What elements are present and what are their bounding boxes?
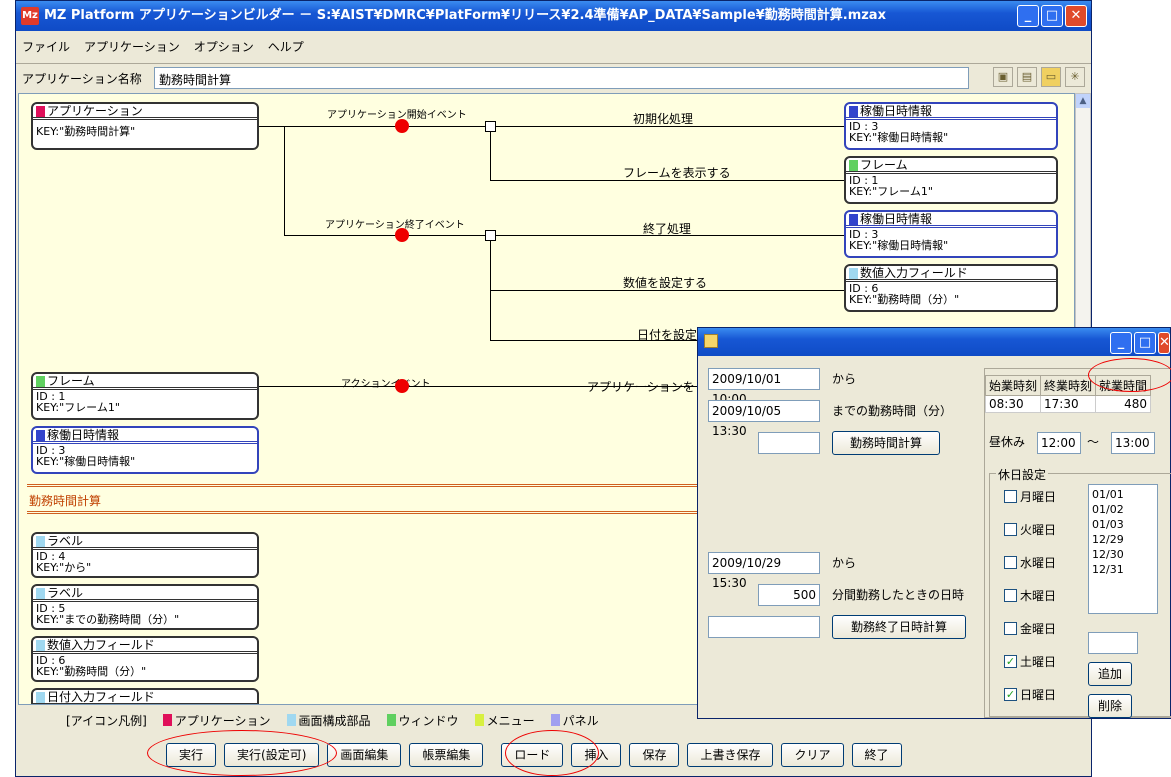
table-row: 08:30 17:30 480: [984, 395, 1152, 413]
window-title: MZ Platform アプリケーションビルダー － S:¥AIST¥DMRC¥…: [44, 8, 886, 23]
node-frame-1[interactable]: フレーム ID : 1 KEY:"フレーム1": [844, 156, 1058, 204]
node-label-1[interactable]: ラベル ID : 4 KEY:"から": [31, 532, 259, 578]
app-name-label: アプリケーション名称: [22, 72, 142, 86]
lunch-from-field[interactable]: 12:00: [1037, 432, 1081, 454]
app-name-bar: アプリケーション名称 勤務時間計算 ▣ ▤ ▭ ✳: [16, 63, 1091, 91]
new-icon[interactable]: ✳: [1065, 67, 1085, 87]
holiday-group: 休日設定 月曜日 火曜日 水曜日 木曜日 金曜日 ✓ 土曜日 ✓ 日曜日 01/01…: [989, 466, 1171, 718]
event-dot[interactable]: [395, 228, 409, 242]
node-number-field[interactable]: 数値入力フィールド ID : 6 KEY:"勤務時間（分）": [844, 264, 1058, 312]
maximize-button[interactable]: □: [1041, 5, 1063, 27]
java-icon: [704, 334, 718, 348]
list-item[interactable]: 12/29: [1092, 532, 1154, 547]
menu-file[interactable]: ファイル: [22, 35, 70, 59]
end-datetime-output[interactable]: [708, 616, 820, 638]
highlight-load-button: [505, 730, 599, 776]
col-start: 始業時刻: [984, 375, 1042, 396]
event-app-start: アプリケーション開始イベント: [327, 110, 467, 121]
minutes-label: 分間勤務したときの日時: [832, 588, 965, 602]
holiday-add-button[interactable]: 追加: [1088, 662, 1132, 686]
checkbox-thursday[interactable]: 木曜日: [1004, 587, 1056, 604]
event-app-end: アプリケーション終了イベント: [325, 220, 465, 231]
scroll-up-icon[interactable]: ▲: [1076, 94, 1090, 108]
list-item[interactable]: 01/01: [1092, 487, 1154, 502]
event-action: アクションイベント: [341, 379, 431, 390]
checkbox-saturday[interactable]: ✓ 土曜日: [1004, 653, 1056, 670]
holiday-list[interactable]: 01/01 01/02 01/03 12/29 12/30 12/31: [1088, 484, 1158, 614]
title-bar[interactable]: Mz MZ Platform アプリケーションビルダー － S:¥AIST¥DM…: [16, 1, 1091, 31]
node-kado-1[interactable]: 稼働日時情報 ID : 3 KEY:"稼働日時情報": [844, 102, 1058, 150]
runtime-window: _ □ ✕ 2009/10/01 10:00 から 2009/10/05 13:…: [697, 327, 1171, 719]
event-dot[interactable]: [395, 379, 409, 393]
checkbox-friday[interactable]: 金曜日: [1004, 620, 1056, 637]
action-init: 初期化処理: [633, 112, 694, 126]
app-name-input[interactable]: 勤務時間計算: [154, 67, 969, 89]
close-button[interactable]: ✕: [1158, 332, 1170, 354]
action-app-partial: アプリケーションを: [587, 380, 695, 394]
event-dot[interactable]: [395, 119, 409, 133]
action-show-frame: フレームを表示する: [623, 166, 731, 180]
list-item[interactable]: 12/31: [1092, 562, 1154, 577]
junction-box[interactable]: [485, 121, 496, 132]
end-datetime-field[interactable]: 2009/10/05 13:30: [708, 400, 820, 438]
overwrite-save-button[interactable]: 上書き保存: [687, 743, 774, 767]
minimize-button[interactable]: _: [1017, 5, 1039, 27]
list-item[interactable]: 01/03: [1092, 517, 1154, 532]
node-date-field[interactable]: 日付入力フィールド: [31, 688, 259, 704]
minimize-button[interactable]: _: [1110, 332, 1132, 354]
minutes-input[interactable]: 500: [758, 584, 820, 606]
mz-logo-icon: Mz: [21, 7, 39, 25]
node-application[interactable]: アプリケーション KEY:"勤務時間計算": [31, 102, 259, 150]
node-number-field-2[interactable]: 数値入力フィールド ID : 6 KEY:"勤務時間（分）": [31, 636, 259, 682]
application-icon: [36, 106, 45, 117]
from-label-2: から: [832, 556, 857, 570]
col-end: 終業時刻: [1040, 375, 1097, 396]
node-kado-2[interactable]: 稼働日時情報 ID : 3 KEY:"稼働日時情報": [844, 210, 1058, 258]
node-label-2[interactable]: ラベル ID : 5 KEY:"までの勤務時間（分）": [31, 584, 259, 630]
section-title: 勤務時間計算: [29, 494, 102, 508]
menu-help[interactable]: ヘルプ: [268, 35, 304, 59]
node-frame-2[interactable]: フレーム ID : 1 KEY:"フレーム1": [31, 372, 259, 420]
checkbox-sunday[interactable]: ✓ 日曜日: [1004, 686, 1056, 703]
menu-application[interactable]: アプリケーション: [84, 35, 180, 59]
checkbox-tuesday[interactable]: 火曜日: [1004, 521, 1056, 538]
lunch-to-field[interactable]: 13:00: [1111, 432, 1155, 454]
calc-end-datetime-button[interactable]: 勤務終了日時計算: [832, 615, 966, 639]
lunch-label: 昼休み: [989, 435, 1026, 449]
start-datetime-2-field[interactable]: 2009/10/29 15:30: [708, 552, 820, 590]
menu-bar: ファイル アプリケーション オプション ヘルプ: [16, 35, 304, 59]
checkbox-monday[interactable]: 月曜日: [1004, 488, 1056, 505]
calc-work-time-button[interactable]: 勤務時間計算: [832, 431, 940, 455]
action-set-number: 数値を設定する: [623, 276, 708, 290]
runtime-title-bar[interactable]: _ □ ✕: [698, 328, 1170, 356]
exit-button[interactable]: 終了: [851, 743, 902, 767]
clear-button[interactable]: クリア: [781, 743, 844, 767]
list-item[interactable]: 12/30: [1092, 547, 1154, 562]
list-item[interactable]: 01/02: [1092, 502, 1154, 517]
from-label: から: [832, 372, 857, 386]
highlight-work-hours: [1088, 358, 1171, 392]
start-datetime-field[interactable]: 2009/10/01 10:00: [708, 368, 820, 406]
folder-icon[interactable]: ▤: [1017, 67, 1037, 87]
holiday-add-input[interactable]: [1088, 632, 1138, 654]
open-folder-icon[interactable]: ▭: [1041, 67, 1061, 87]
menu-options[interactable]: オプション: [194, 35, 254, 59]
node-kado-3[interactable]: 稼働日時情報 ID : 3 KEY:"稼働日時情報": [31, 426, 259, 474]
highlight-run-buttons: [147, 730, 337, 776]
tilde-label: ～: [1087, 435, 1100, 449]
action-finish: 終了処理: [643, 222, 692, 236]
close-button[interactable]: ✕: [1065, 5, 1087, 27]
checkbox-wednesday[interactable]: 水曜日: [1004, 554, 1056, 571]
settings-panel: 始業時刻 終業時刻 就業時間 08:30 17:30 480 昼休み 12:00…: [984, 368, 1171, 718]
folder-up-icon[interactable]: ▣: [993, 67, 1013, 87]
holiday-delete-button[interactable]: 削除: [1088, 694, 1132, 718]
work-minutes-output[interactable]: [758, 432, 820, 454]
screen-edit-button[interactable]: 画面編集: [327, 743, 402, 767]
maximize-button[interactable]: □: [1134, 332, 1156, 354]
form-edit-button[interactable]: 帳票編集: [409, 743, 484, 767]
junction-box[interactable]: [485, 230, 496, 241]
until-label: までの勤務時間（分）: [832, 404, 953, 418]
save-button[interactable]: 保存: [629, 743, 680, 767]
